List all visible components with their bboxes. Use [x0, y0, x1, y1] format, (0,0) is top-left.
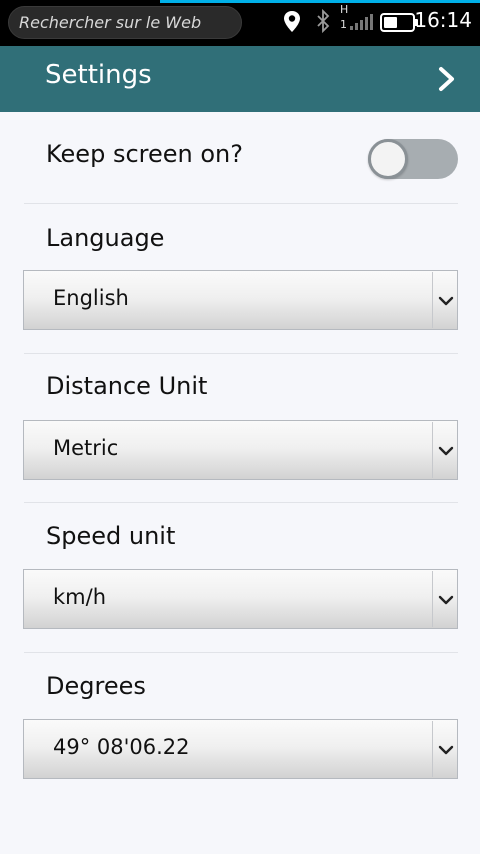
keep-screen-on-label: Keep screen on? — [46, 140, 243, 168]
degrees-select[interactable]: 49° 08'06.22 — [23, 719, 458, 779]
chevron-down-icon — [438, 446, 454, 456]
clock: 16:14 — [414, 8, 472, 32]
distance-unit-value: Metric — [53, 436, 119, 460]
web-search-input[interactable]: Rechercher sur le Web — [8, 6, 242, 39]
language-label: Language — [46, 224, 165, 252]
chevron-right-icon[interactable] — [436, 66, 458, 92]
page-title: Settings — [45, 60, 152, 90]
select-separator — [432, 272, 433, 328]
language-select[interactable]: English — [23, 270, 458, 330]
toggle-knob — [368, 139, 408, 179]
bluetooth-icon — [317, 8, 330, 34]
select-separator — [432, 571, 433, 627]
chevron-down-icon — [438, 595, 454, 605]
status-bar: Rechercher sur le Web H 1 16:14 — [0, 0, 480, 46]
speed-unit-select[interactable]: km/h — [23, 569, 458, 629]
chevron-down-icon — [438, 296, 454, 306]
speed-unit-label: Speed unit — [46, 522, 176, 550]
divider — [24, 353, 458, 354]
keep-screen-on-toggle[interactable] — [368, 139, 458, 179]
degrees-label: Degrees — [46, 672, 146, 700]
distance-unit-label: Distance Unit — [46, 372, 208, 400]
speed-unit-value: km/h — [53, 585, 107, 609]
app-header: Settings — [0, 46, 480, 112]
divider — [24, 502, 458, 503]
location-icon — [284, 11, 300, 32]
chevron-down-icon — [438, 745, 454, 755]
signal-icon — [350, 14, 373, 30]
distance-unit-select[interactable]: Metric — [23, 420, 458, 480]
language-value: English — [53, 286, 129, 310]
divider — [24, 203, 458, 204]
divider — [24, 652, 458, 653]
degrees-value: 49° 08'06.22 — [53, 735, 190, 759]
select-separator — [432, 422, 433, 478]
select-separator — [432, 721, 433, 777]
